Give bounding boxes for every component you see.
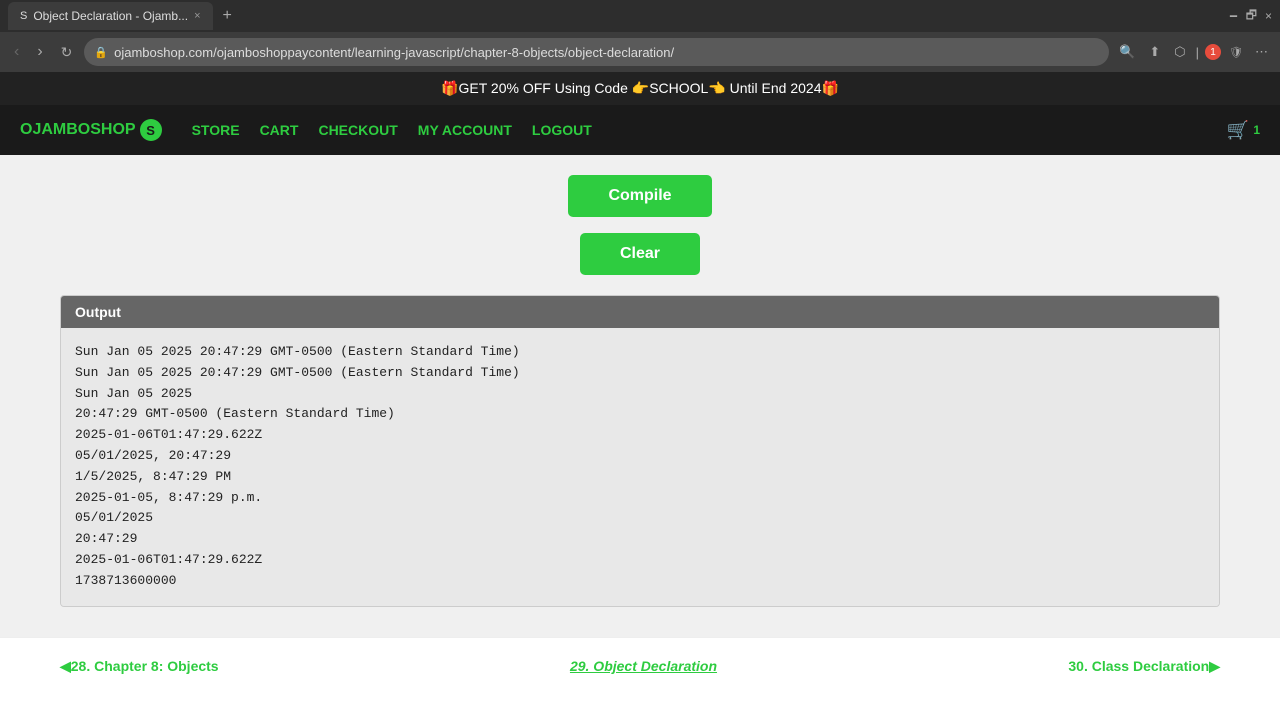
tab-title: Object Declaration - Ojamb... (33, 9, 188, 23)
nav-links: STORE CART CHECKOUT MY ACCOUNT LOGOUT (192, 122, 592, 138)
output-line: 20:47:29 (75, 529, 1205, 550)
promo-banner: 🎁GET 20% OFF Using Code 👉SCHOOL👈 Until E… (0, 72, 1280, 105)
output-line: 05/01/2025 (75, 508, 1205, 529)
minimize-button[interactable]: 🗕 (1229, 6, 1238, 27)
promo-text: 🎁GET 20% OFF Using Code 👉SCHOOL👈 Until E… (441, 80, 839, 96)
reload-button[interactable]: ↻ (55, 40, 79, 65)
nav-my-account[interactable]: MY ACCOUNT (418, 122, 512, 138)
output-line: 1/5/2025, 8:47:29 PM (75, 467, 1205, 488)
output-line: 1738713600000 (75, 571, 1205, 592)
cart-count: 1 (1253, 123, 1260, 137)
divider: | (1196, 45, 1199, 60)
cart-widget[interactable]: 🛒 1 (1227, 120, 1260, 141)
page-content: 🎁GET 20% OFF Using Code 👉SCHOOL👈 Until E… (0, 72, 1280, 695)
window-controls: 🗕 🗗 × (1229, 6, 1272, 27)
output-line: Sun Jan 05 2025 20:47:29 GMT-0500 (Easte… (75, 363, 1205, 384)
output-line: 05/01/2025, 20:47:29 (75, 446, 1205, 467)
security-icon: 🔒 (94, 46, 108, 59)
search-toolbar-icon[interactable]: 🔍 (1115, 42, 1139, 62)
next-chapter-link[interactable]: 30. Class Declaration▶ (1068, 658, 1220, 675)
output-body: Sun Jan 05 2025 20:47:29 GMT-0500 (Easte… (61, 328, 1219, 606)
tab-close-button[interactable]: × (194, 10, 200, 22)
active-tab[interactable]: S Object Declaration - Ojamb... × (8, 2, 213, 30)
output-line: 2025-01-06T01:47:29.622Z (75, 425, 1205, 446)
main-area: Compile Clear Output Sun Jan 05 2025 20:… (0, 155, 1280, 637)
browser-toolbar: ‹ › ↻ 🔒 🔍 ⬆ ⬡ | 1 🛡 ⋯ (0, 32, 1280, 72)
output-line: Sun Jan 05 2025 (75, 384, 1205, 405)
address-bar-wrapper[interactable]: 🔒 (84, 38, 1109, 66)
compile-button[interactable]: Compile (568, 175, 711, 217)
bottom-navigation: ◀28. Chapter 8: Objects 29. Object Decla… (0, 637, 1280, 695)
back-button[interactable]: ‹ (8, 39, 25, 65)
nav-store[interactable]: STORE (192, 122, 240, 138)
menu-icon[interactable]: ⋯ (1251, 42, 1272, 62)
address-bar[interactable] (114, 45, 1099, 60)
tab-favicon: S (20, 10, 27, 22)
rss-icon[interactable]: ⬡ (1170, 42, 1189, 62)
logo-icon: S (140, 119, 162, 141)
cart-icon: 🛒 (1227, 120, 1249, 141)
clear-button[interactable]: Clear (580, 233, 700, 275)
forward-button[interactable]: › (31, 39, 48, 65)
output-line: 20:47:29 GMT-0500 (Eastern Standard Time… (75, 404, 1205, 425)
nav-checkout[interactable]: CHECKOUT (318, 122, 397, 138)
toolbar-right: 🔍 ⬆ ⬡ | 1 🛡 ⋯ (1115, 42, 1272, 62)
tab-bar: S Object Declaration - Ojamb... × + 🗕 🗗 … (0, 0, 1280, 32)
nav-logout[interactable]: LOGOUT (532, 122, 592, 138)
logo-text: OJAMBOSHOP (20, 121, 136, 139)
output-panel: Output Sun Jan 05 2025 20:47:29 GMT-0500… (60, 295, 1220, 607)
close-button[interactable]: × (1265, 9, 1272, 23)
extension-icon[interactable]: 🛡 (1227, 43, 1245, 61)
maximize-button[interactable]: 🗗 (1246, 6, 1257, 27)
nav-cart[interactable]: CART (260, 122, 299, 138)
output-line: Sun Jan 05 2025 20:47:29 GMT-0500 (Easte… (75, 342, 1205, 363)
output-header: Output (61, 296, 1219, 328)
new-tab-button[interactable]: + (217, 7, 238, 25)
output-line: 2025-01-06T01:47:29.622Z (75, 550, 1205, 571)
site-navigation: OJAMBOSHOP S STORE CART CHECKOUT MY ACCO… (0, 105, 1280, 155)
browser-chrome: S Object Declaration - Ojamb... × + 🗕 🗗 … (0, 0, 1280, 72)
notification-badge[interactable]: 1 (1205, 44, 1221, 60)
prev-chapter-link[interactable]: ◀28. Chapter 8: Objects (60, 658, 219, 675)
current-chapter-label: 29. Object Declaration (570, 658, 717, 674)
site-logo[interactable]: OJAMBOSHOP S (20, 119, 162, 141)
output-line: 2025-01-05, 8:47:29 p.m. (75, 488, 1205, 509)
share-icon[interactable]: ⬆ (1145, 42, 1164, 62)
